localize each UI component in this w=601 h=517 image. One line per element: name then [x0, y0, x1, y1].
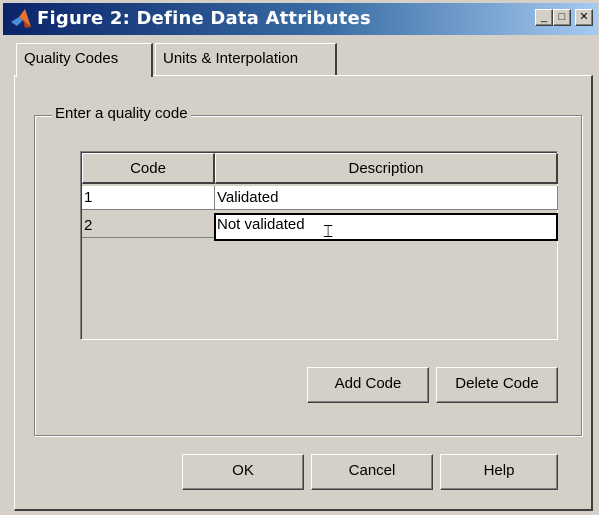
window-title: Figure 2: Define Data Attributes — [37, 8, 371, 29]
dialog-window: Figure 2: Define Data Attributes _ □ ✕ Q… — [0, 0, 601, 517]
tab-quality-codes[interactable]: Quality Codes — [16, 43, 153, 77]
matlab-logo-icon — [11, 9, 31, 28]
cancel-button[interactable]: Cancel — [311, 454, 433, 490]
close-button[interactable]: ✕ — [575, 9, 593, 26]
title-bar[interactable]: Figure 2: Define Data Attributes _ □ ✕ — [3, 3, 598, 35]
ok-button[interactable]: OK — [182, 454, 304, 490]
table-cell-code[interactable]: 2 — [82, 214, 215, 238]
maximize-button[interactable]: □ — [553, 9, 571, 26]
button-label: Delete Code — [455, 375, 539, 392]
table-cell-description[interactable]: Validated — [215, 186, 558, 210]
cell-text: 1 — [84, 189, 93, 206]
delete-code-button[interactable]: Delete Code — [436, 367, 558, 403]
cell-text: 2 — [84, 217, 93, 234]
cell-text: Validated — [217, 189, 279, 206]
column-header-code[interactable]: Code — [82, 153, 215, 184]
button-label: Help — [483, 462, 515, 479]
column-header-label: Code — [130, 160, 166, 177]
text-cursor-icon: ⌶ — [323, 222, 334, 242]
button-label: Cancel — [348, 462, 396, 479]
tab-units-interpolation[interactable]: Units & Interpolation — [155, 43, 337, 75]
description-edit-field[interactable]: Not validated — [214, 213, 558, 241]
column-header-label: Description — [348, 160, 424, 177]
button-label: OK — [232, 462, 254, 479]
group-label: Enter a quality code — [52, 104, 191, 124]
column-header-description[interactable]: Description — [215, 153, 558, 184]
cell-text: Not validated — [217, 216, 305, 233]
maximize-icon: □ — [558, 11, 566, 23]
close-icon: ✕ — [579, 11, 589, 23]
table-cell-code[interactable]: 1 — [82, 186, 215, 210]
tab-label: Units & Interpolation — [163, 50, 299, 67]
add-code-button[interactable]: Add Code — [307, 367, 429, 403]
tab-label: Quality Codes — [24, 50, 119, 67]
help-button[interactable]: Help — [440, 454, 558, 490]
minimize-button[interactable]: _ — [535, 9, 553, 26]
button-label: Add Code — [334, 375, 402, 392]
minimize-icon: _ — [540, 11, 548, 23]
